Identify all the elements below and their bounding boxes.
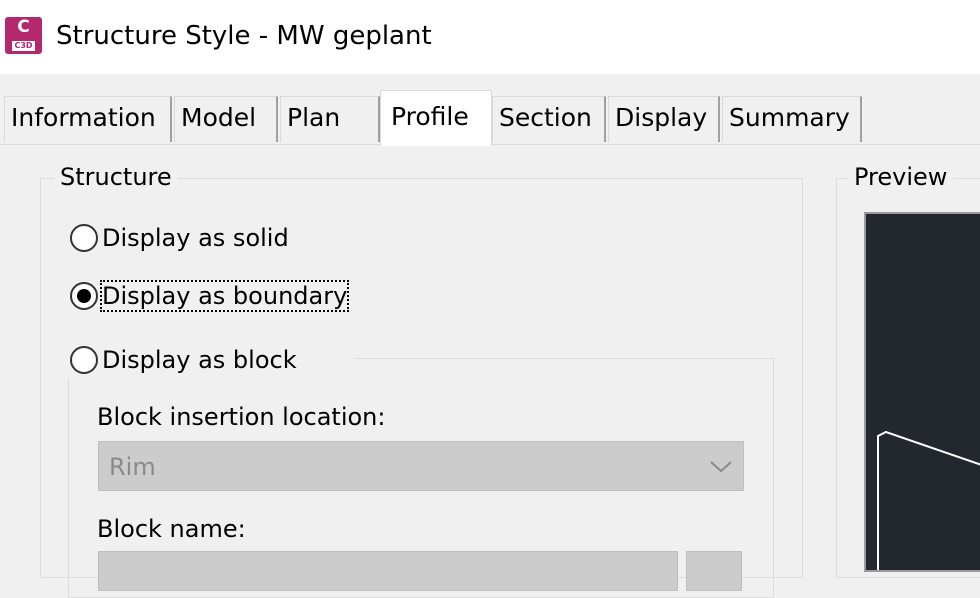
chevron-down-icon <box>710 461 732 473</box>
radio-button-checked-icon[interactable] <box>70 282 98 310</box>
radio-button-icon[interactable] <box>70 346 98 374</box>
block-insertion-value: Rim <box>109 453 156 481</box>
radio-label: Display as solid <box>102 224 289 252</box>
preview-canvas[interactable] <box>864 212 980 572</box>
tab-model[interactable]: Model <box>174 96 278 142</box>
tab-display[interactable]: Display <box>608 96 720 142</box>
tab-label: Information <box>11 103 156 132</box>
civil3d-app-icon: C C3D <box>5 17 42 54</box>
preview-group-label: Preview <box>848 162 954 192</box>
tab-information[interactable]: Information <box>4 96 172 142</box>
app-icon-letter: C <box>17 17 30 37</box>
radio-display-block[interactable]: Display as block <box>68 342 355 378</box>
tab-plan[interactable]: Plan <box>280 96 380 142</box>
tab-profile[interactable]: Profile <box>380 90 492 146</box>
tab-summary[interactable]: Summary <box>722 96 862 142</box>
title-bar: C C3D Structure Style - MW geplant <box>0 0 980 74</box>
structure-boundary-preview <box>877 430 980 570</box>
block-insertion-dropdown[interactable]: Rim <box>98 441 744 491</box>
tab-label: Profile <box>391 102 469 131</box>
radio-display-boundary[interactable]: Display as boundary <box>70 278 350 314</box>
block-name-label: Block name: <box>97 515 246 543</box>
tab-section[interactable]: Section <box>492 96 606 142</box>
window-title: Structure Style - MW geplant <box>56 21 432 51</box>
radio-label: Display as boundary <box>99 280 350 312</box>
radio-display-solid[interactable]: Display as solid <box>70 220 289 256</box>
tab-label: Section <box>499 103 592 132</box>
block-insertion-label: Block insertion location: <box>97 403 386 431</box>
block-name-field[interactable] <box>98 551 678 591</box>
radio-label: Display as block <box>102 346 297 374</box>
structure-group-label: Structure <box>54 162 178 192</box>
tab-label: Display <box>615 103 708 132</box>
app-icon-sub: C3D <box>12 41 35 51</box>
tab-label: Model <box>181 103 257 132</box>
tab-label: Summary <box>729 103 850 132</box>
tab-label: Plan <box>287 103 341 132</box>
radio-button-icon[interactable] <box>70 224 98 252</box>
browse-block-button[interactable] <box>686 551 742 591</box>
